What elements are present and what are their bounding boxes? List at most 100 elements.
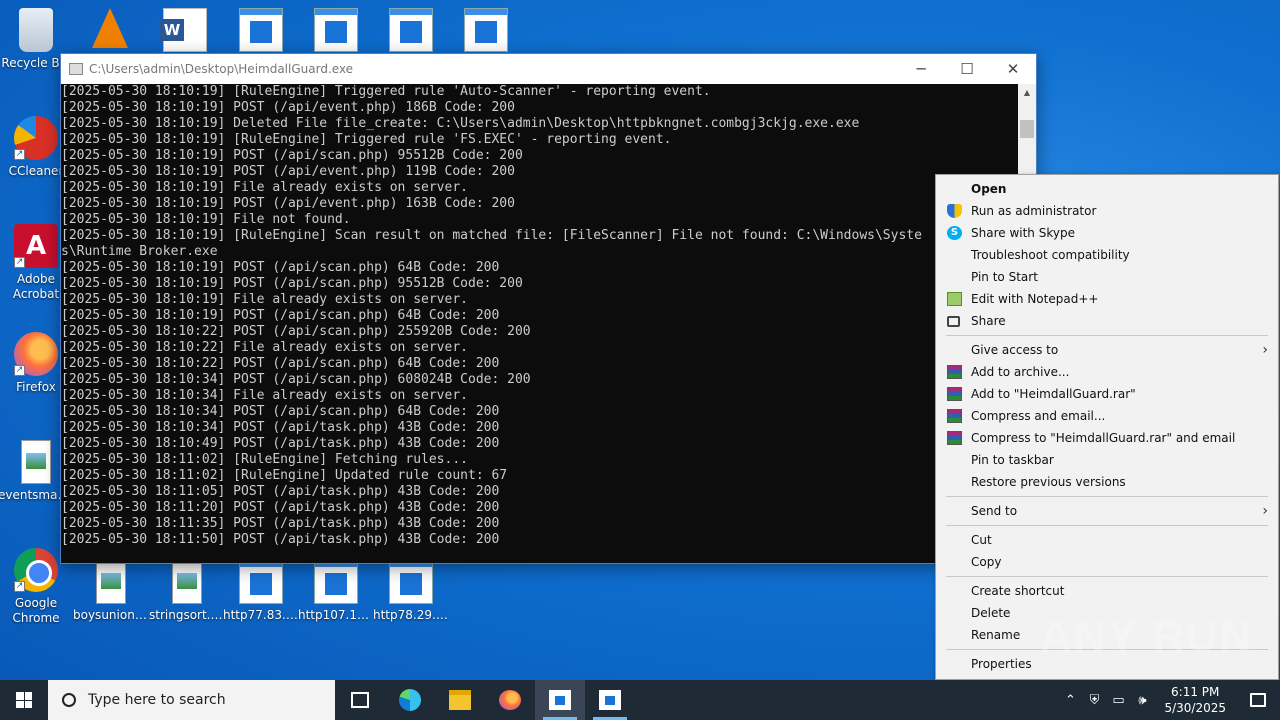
desktop-icon-window-file-shield[interactable]	[448, 8, 524, 56]
menu-item-edit-with-notepad[interactable]: Edit with Notepad++	[936, 288, 1278, 310]
desktop-icon-stringsort[interactable]: stringsort.jpg	[149, 560, 225, 623]
menu-item-label: Properties	[971, 657, 1032, 671]
menu-item-label: Add to "HeimdallGuard.rar"	[971, 387, 1136, 401]
console-line: [2025-05-30 18:10:19] POST (/api/scan.ph…	[61, 148, 523, 163]
menu-item-compress-to-heimdallguard-rar-and-email[interactable]: Compress to "HeimdallGuard.rar" and emai…	[936, 427, 1278, 449]
maximize-button[interactable]: ☐	[944, 54, 990, 84]
menu-separator	[936, 573, 1278, 580]
menu-item-label: Run as administrator	[971, 204, 1097, 218]
console-app-icon	[69, 63, 83, 75]
scroll-thumb[interactable]	[1020, 120, 1034, 138]
menu-item-add-to-heimdallguard-rar[interactable]: Add to "HeimdallGuard.rar"	[936, 383, 1278, 405]
menu-item-label: Compress to "HeimdallGuard.rar" and emai…	[971, 431, 1236, 445]
winrar-icon	[947, 431, 962, 445]
menu-item-label: Delete	[971, 606, 1011, 620]
desktop-icon-http77[interactable]: http77.83.2...	[223, 560, 299, 623]
menu-item-restore-previous-versions[interactable]: Restore previous versions	[936, 471, 1278, 493]
winrar-icon	[947, 387, 962, 401]
desktop-icon-http78[interactable]: http78.29.4...	[373, 560, 449, 623]
taskbar-task-view[interactable]	[335, 680, 385, 720]
console-line: [2025-05-30 18:10:34] File already exist…	[61, 388, 468, 403]
network-icon[interactable]: ▭	[1106, 693, 1130, 708]
window-file-shield-icon	[464, 8, 508, 52]
console-line: [2025-05-30 18:10:19] POST (/api/event.p…	[61, 164, 515, 179]
menu-item-share[interactable]: Share	[936, 310, 1278, 332]
console-window[interactable]: C:\Users\admin\Desktop\HeimdallGuard.exe…	[60, 53, 1037, 564]
menu-item-create-shortcut[interactable]: Create shortcut	[936, 580, 1278, 602]
menu-item-run-as-administrator[interactable]: Run as administrator	[936, 200, 1278, 222]
window-file-icon	[239, 8, 283, 52]
taskbar-file-explorer[interactable]	[435, 680, 485, 720]
console-output[interactable]: [2025-05-30 18:10:19] [RuleEngine] Trigg…	[61, 84, 1018, 563]
taskbar: Type here to search ⌃ ⛨ ▭ 🕪 6:11 PM 5/30…	[0, 680, 1280, 720]
window-titlebar[interactable]: C:\Users\admin\Desktop\HeimdallGuard.exe…	[61, 54, 1036, 84]
menu-separator	[936, 332, 1278, 339]
anyrun-watermark: ANY RUN	[1040, 612, 1254, 661]
menu-item-send-to[interactable]: Send to ›	[936, 500, 1278, 522]
console-line: [2025-05-30 18:10:19] POST (/api/scan.ph…	[61, 276, 523, 291]
desktop-icon-word-doc[interactable]	[147, 8, 223, 56]
shield-icon	[947, 204, 962, 218]
taskbar-firefox[interactable]	[485, 680, 535, 720]
menu-item-compress-and-email[interactable]: Compress and email...	[936, 405, 1278, 427]
console-line: [2025-05-30 18:10:19] POST (/api/event.p…	[61, 196, 515, 211]
chevron-right-icon: ›	[1262, 503, 1268, 519]
desktop-icon-http107[interactable]: http107.175...	[298, 560, 374, 623]
menu-item-pin-to-start[interactable]: Pin to Start	[936, 266, 1278, 288]
menu-item-troubleshoot-compatibility[interactable]: Troubleshoot compatibility	[936, 244, 1278, 266]
window-file-icon	[389, 8, 433, 52]
menu-item-label: Give access to	[971, 343, 1059, 357]
menu-item-label: Share	[971, 314, 1006, 328]
menu-item-give-access-to[interactable]: Give access to ›	[936, 339, 1278, 361]
menu-separator	[936, 522, 1278, 529]
menu-item-label: Troubleshoot compatibility	[971, 248, 1130, 262]
start-button[interactable]	[0, 680, 48, 720]
context-menu: Open Run as administrator S Share with Skyp…	[935, 174, 1279, 680]
menu-item-label: Compress and email...	[971, 409, 1106, 423]
console-line: [2025-05-30 18:10:19] POST (/api/scan.ph…	[61, 260, 500, 275]
console-line: [2025-05-30 18:10:19] POST (/api/scan.ph…	[61, 308, 500, 323]
desktop-icon-window-file[interactable]	[373, 8, 449, 56]
winrar-icon	[947, 409, 962, 423]
desktop-icon-boysunion[interactable]: boysunion....	[73, 560, 149, 623]
desktop-icon-vlc[interactable]	[72, 8, 148, 52]
menu-item-pin-to-taskbar[interactable]: Pin to taskbar	[936, 449, 1278, 471]
word-doc-icon	[160, 8, 207, 52]
chevron-up-icon[interactable]: ⌃	[1058, 693, 1082, 708]
notification-button[interactable]	[1236, 693, 1280, 707]
recycle-bin-icon	[19, 8, 53, 52]
task-view-icon	[351, 692, 369, 708]
chrome-icon: ↗	[14, 548, 58, 592]
taskbar-edge[interactable]	[385, 680, 435, 720]
defender-icon[interactable]: ⛨	[1082, 693, 1106, 708]
desktop-icon-label: Google Chrome	[12, 596, 60, 625]
menu-item-share-with-skype[interactable]: S Share with Skype	[936, 222, 1278, 244]
taskbar-window-app[interactable]	[585, 680, 635, 720]
clock[interactable]: 6:11 PM 5/30/2025	[1154, 684, 1236, 716]
taskbar-search[interactable]: Type here to search	[48, 680, 335, 720]
menu-item-copy[interactable]: Copy	[936, 551, 1278, 573]
volume-icon[interactable]: 🕪	[1130, 693, 1154, 708]
console-line: [2025-05-30 18:10:22] POST (/api/scan.ph…	[61, 324, 531, 339]
window-file-icon	[239, 560, 283, 604]
scroll-up-icon[interactable]: ▲	[1018, 84, 1036, 101]
menu-item-cut[interactable]: Cut	[936, 529, 1278, 551]
desktop-icon-window-file[interactable]	[298, 8, 374, 56]
console-line: [2025-05-30 18:10:19] File already exist…	[61, 292, 468, 307]
acrobat-icon: ↗	[14, 224, 58, 268]
menu-item-label: Pin to taskbar	[971, 453, 1054, 467]
menu-item-add-to-archive[interactable]: Add to archive...	[936, 361, 1278, 383]
clock-date: 5/30/2025	[1164, 701, 1226, 715]
image-file-icon	[21, 440, 51, 484]
desktop-icon-window-file[interactable]	[223, 8, 299, 56]
taskbar-console-app[interactable]	[535, 680, 585, 720]
window-file-icon	[314, 8, 358, 52]
vlc-icon	[92, 8, 128, 48]
file-explorer-icon	[449, 690, 471, 710]
minimize-button[interactable]: ─	[898, 54, 944, 84]
close-button[interactable]: ✕	[990, 54, 1036, 84]
menu-item-label: Create shortcut	[971, 584, 1065, 598]
menu-item-label: Send to	[971, 504, 1018, 518]
menu-item-open[interactable]: Open	[936, 178, 1278, 200]
window-file-icon	[314, 560, 358, 604]
